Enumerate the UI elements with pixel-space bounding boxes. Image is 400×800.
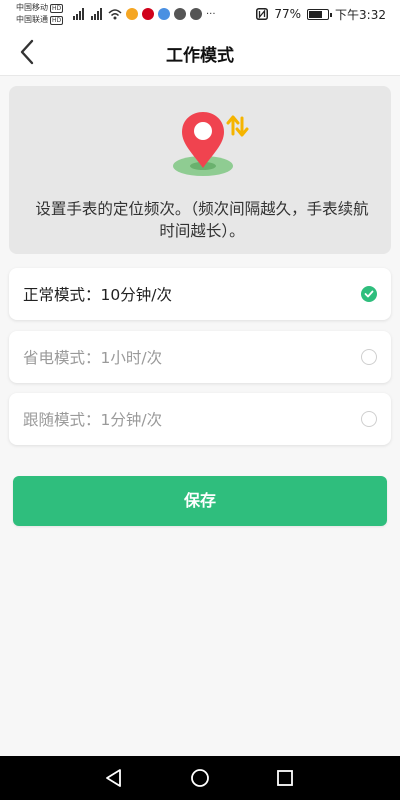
triangle-back-icon[interactable] [102,766,126,790]
navigation-bar [0,756,400,800]
battery-icon [307,8,333,20]
save-button[interactable]: 保存 [13,476,387,526]
status-right: 77% 下午3:32 [256,5,386,23]
wifi-icon [108,9,122,20]
radio-unchecked-icon[interactable] [361,411,377,427]
location-pin-icon [173,112,249,176]
header: 工作模式 [0,28,400,76]
hd-badge: HD [50,16,64,25]
status-bar: 中国移动 HD 中国联通 HD ··· 77% 下午3:32 [0,0,400,28]
checkmark-icon [364,290,374,298]
status-icons: ··· [72,6,216,22]
alert-icon [142,8,154,20]
hd-badge: HD [50,4,64,13]
mode-option-normal[interactable]: 正常模式：10分钟/次 [9,268,391,320]
more-icon: ··· [206,8,216,20]
signal-4g-icon [73,8,84,20]
mode-label-normal: 正常模式：10分钟/次 [23,286,172,304]
wechat-icon [174,8,186,20]
nfc-icon [256,8,269,20]
battery-percent: 77% [274,7,302,21]
mode-label-power-saving: 省电模式：1小时/次 [23,349,163,367]
mode-option-power-saving[interactable]: 省电模式：1小时/次 [9,331,391,383]
sync-arrows-icon [226,115,249,137]
app-notification-icon [158,8,170,20]
carrier-1: 中国移动 HD [16,3,64,13]
info-card: 设置手表的定位频次。（频次间隔越久，手表续航时间越长）。 [9,86,391,254]
notification-app-icon [126,8,138,20]
square-recents-icon[interactable] [273,766,297,790]
radio-checked-icon[interactable] [361,286,377,302]
message-icon [190,8,202,20]
mode-option-follow[interactable]: 跟随模式：1分钟/次 [9,393,391,445]
carrier-1-label: 中国移动 [16,3,48,12]
signal-4g-icon [91,8,102,20]
info-description: 设置手表的定位频次。（频次间隔越久，手表续航时间越长）。 [35,200,369,240]
mode-label-follow: 跟随模式：1分钟/次 [23,411,163,429]
radio-unchecked-icon[interactable] [361,349,377,365]
circle-home-icon[interactable] [188,766,212,790]
page-title: 工作模式 [166,46,234,66]
carrier-2: 中国联通 HD [16,15,64,25]
clock-time: 下午3:32 [335,7,386,22]
carrier-2-label: 中国联通 [16,15,48,24]
battery-fill [309,10,323,18]
